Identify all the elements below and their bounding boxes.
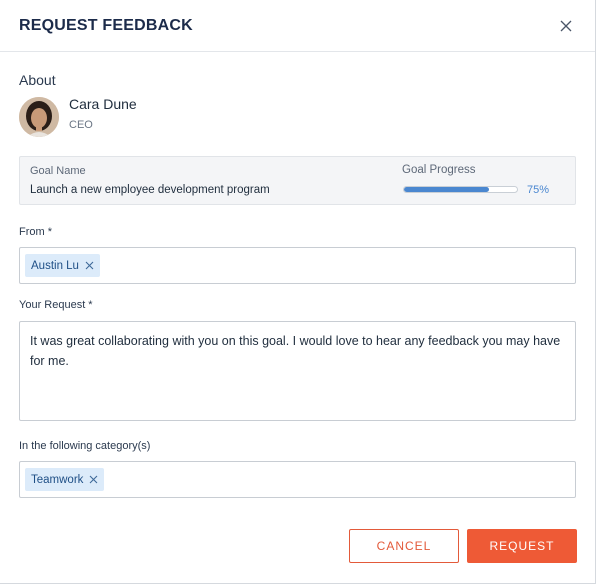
goal-name-label: Goal Name — [30, 165, 86, 177]
cancel-button[interactable]: CANCEL — [349, 529, 459, 563]
modal-header: REQUEST FEEDBACK — [0, 0, 595, 52]
goal-progress-label: Goal Progress — [402, 164, 476, 176]
category-label: In the following category(s) — [19, 440, 151, 452]
modal-footer: CANCEL REQUEST — [349, 529, 577, 563]
remove-chip-icon[interactable] — [85, 261, 94, 270]
person-role: CEO — [69, 118, 93, 131]
request-feedback-modal: REQUEST FEEDBACK About Cara Dune CEO Goa… — [0, 0, 596, 584]
about-label: About — [19, 72, 56, 88]
goal-progress-fill — [404, 187, 489, 192]
close-icon[interactable] — [557, 17, 575, 35]
category-chip: Teamwork — [25, 468, 105, 491]
person-card: Cara Dune CEO — [19, 96, 576, 137]
request-textarea[interactable]: It was great collaborating with you on t… — [19, 321, 576, 421]
from-label: From * — [19, 226, 52, 238]
from-chip-label: Austin Lu — [31, 259, 79, 272]
request-label: Your Request * — [19, 299, 93, 311]
remove-chip-icon[interactable] — [89, 475, 98, 484]
goal-name-value: Launch a new employee development progra… — [30, 184, 270, 196]
category-chip-label: Teamwork — [31, 473, 84, 486]
goal-progress-percent: 75% — [527, 184, 550, 196]
request-button[interactable]: REQUEST — [467, 529, 577, 563]
from-chip: Austin Lu — [25, 254, 100, 277]
avatar — [19, 97, 59, 137]
from-input[interactable]: Austin Lu — [19, 247, 576, 284]
modal-title: REQUEST FEEDBACK — [19, 16, 193, 34]
person-info: Cara Dune CEO — [69, 96, 137, 131]
person-name: Cara Dune — [69, 95, 137, 112]
modal-body: About Cara Dune CEO Goal Name Launch a n… — [0, 72, 595, 498]
goal-summary: Goal Name Launch a new employee developm… — [19, 156, 576, 205]
category-input[interactable]: Teamwork — [19, 461, 576, 498]
goal-progress-bar — [403, 186, 518, 193]
